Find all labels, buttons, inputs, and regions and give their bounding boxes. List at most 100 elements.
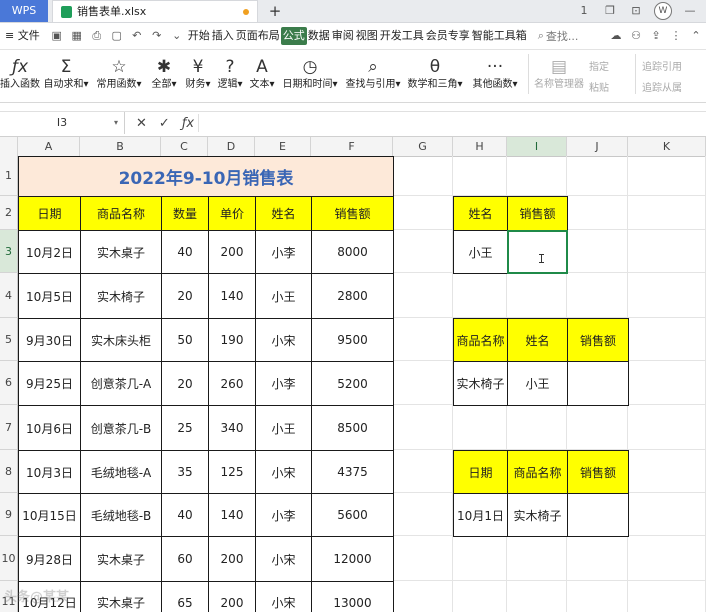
table-cell[interactable]: 毛绒地毯-B: [80, 493, 162, 537]
table-cell[interactable]: 8000: [311, 230, 394, 274]
menu-tab-page-layout[interactable]: 页面布局: [235, 27, 281, 45]
sheet-title-cell[interactable]: 2022年9-10月销售表: [18, 156, 394, 197]
table-cell[interactable]: 5200: [311, 361, 394, 406]
row-header-1[interactable]: 1: [0, 156, 18, 196]
paste-name-button[interactable]: 粘贴: [589, 79, 633, 94]
table-cell[interactable]: 实木椅子: [80, 273, 162, 319]
column-header-g[interactable]: G: [393, 137, 453, 156]
cancel-icon[interactable]: ✕: [136, 116, 147, 131]
row-header-7[interactable]: 7: [0, 405, 18, 450]
lookup2-value-cell[interactable]: 实木椅子: [453, 361, 508, 406]
table-cell[interactable]: 小王: [255, 273, 312, 319]
table-cell[interactable]: 13000: [311, 581, 394, 612]
row-header-10[interactable]: 10: [0, 536, 18, 581]
user-icon[interactable]: ⚇: [629, 29, 643, 43]
lookup1-header-cell[interactable]: 姓名: [453, 196, 508, 231]
lookup2-value-cell[interactable]: [567, 361, 629, 406]
financial-button[interactable]: ¥ 财务▾: [182, 50, 214, 96]
table-cell[interactable]: 小宋: [255, 450, 312, 494]
menu-tab-formulas[interactable]: 公式: [280, 27, 307, 45]
row-header-9[interactable]: 9: [0, 493, 18, 536]
common-functions-button[interactable]: ☆ 常用函数▾: [92, 50, 146, 96]
table-cell[interactable]: 10月15日: [18, 493, 81, 537]
table-cell[interactable]: 340: [208, 405, 256, 451]
account-logo-icon[interactable]: W: [654, 2, 672, 20]
column-header-h[interactable]: H: [453, 137, 507, 156]
table-cell[interactable]: 10月5日: [18, 273, 81, 319]
table-cell[interactable]: 12000: [311, 536, 394, 582]
date-time-button[interactable]: ◷ 日期和时间▾: [278, 50, 342, 96]
export-icon[interactable]: ▦: [70, 29, 84, 43]
table-cell[interactable]: 小李: [255, 230, 312, 274]
fullscreen-icon[interactable]: ⊡: [628, 4, 644, 18]
save-icon[interactable]: ▣: [50, 29, 64, 43]
table-cell[interactable]: 200: [208, 230, 256, 274]
column-header-b[interactable]: B: [80, 137, 161, 156]
name-manager-button[interactable]: ▤ 名称管理器: [533, 50, 585, 96]
table-cell[interactable]: 小宋: [255, 536, 312, 582]
lookup2-header-cell[interactable]: 姓名: [507, 318, 568, 362]
table-cell[interactable]: 毛绒地毯-A: [80, 450, 162, 494]
row-header-6[interactable]: 6: [0, 361, 18, 405]
lookup3-header-cell[interactable]: 日期: [453, 450, 508, 494]
table-cell[interactable]: 50: [161, 318, 209, 362]
table-cell[interactable]: 140: [208, 273, 256, 319]
lookup1-header-cell[interactable]: 销售额: [507, 196, 568, 231]
minimize-button[interactable]: —: [682, 4, 698, 18]
column-header-c[interactable]: C: [161, 137, 208, 156]
row-header-4[interactable]: 4: [0, 273, 18, 318]
row-header-5[interactable]: 5: [0, 318, 18, 361]
header-cell-name[interactable]: 姓名: [255, 196, 312, 231]
math-trig-button[interactable]: θ 数学和三角▾: [404, 50, 466, 96]
table-cell[interactable]: 20: [161, 361, 209, 406]
column-header-e[interactable]: E: [255, 137, 311, 156]
table-cell[interactable]: 实木桌子: [80, 581, 162, 612]
column-header-d[interactable]: D: [208, 137, 255, 156]
table-cell[interactable]: 200: [208, 536, 256, 582]
collapse-ribbon-icon[interactable]: ⌃: [689, 29, 703, 43]
table-cell[interactable]: 小李: [255, 361, 312, 406]
table-cell[interactable]: 10月3日: [18, 450, 81, 494]
menu-tab-insert[interactable]: 插入: [211, 27, 235, 45]
table-cell[interactable]: 创意茶几-A: [80, 361, 162, 406]
redo-icon[interactable]: ↷: [150, 29, 164, 43]
row-header-2[interactable]: 2: [0, 196, 18, 230]
more-functions-button[interactable]: ··· 其他函数▾: [466, 50, 524, 96]
table-cell[interactable]: 实木桌子: [80, 230, 162, 274]
table-cell[interactable]: 10月6日: [18, 405, 81, 451]
cloud-icon[interactable]: ☁: [609, 29, 623, 43]
document-tab[interactable]: 销售表单.xlsx: [52, 0, 258, 22]
lookup-reference-button[interactable]: ⌕ 查找与引用▾: [342, 50, 404, 96]
more-icon[interactable]: ⋮: [669, 29, 683, 43]
formula-input[interactable]: [198, 114, 705, 132]
header-cell-quantity[interactable]: 数量: [161, 196, 209, 231]
table-cell[interactable]: 5600: [311, 493, 394, 537]
column-header-f[interactable]: F: [311, 137, 393, 156]
name-box[interactable]: I3: [0, 112, 125, 134]
table-cell[interactable]: 260: [208, 361, 256, 406]
header-cell-sales[interactable]: 销售额: [311, 196, 394, 231]
table-cell[interactable]: 200: [208, 581, 256, 612]
preview-icon[interactable]: ▢: [110, 29, 124, 43]
column-header-a[interactable]: A: [18, 137, 80, 156]
confirm-icon[interactable]: ✓: [159, 116, 170, 131]
menu-tab-home[interactable]: 开始: [187, 27, 211, 45]
file-menu[interactable]: ≡ 文件: [4, 27, 41, 45]
chevron-down-icon[interactable]: ▾: [114, 112, 118, 134]
table-cell[interactable]: 60: [161, 536, 209, 582]
table-cell[interactable]: 实木床头柜: [80, 318, 162, 362]
trace-precedents-button[interactable]: 追踪引用: [642, 58, 692, 73]
table-cell[interactable]: 创意茶几-B: [80, 405, 162, 451]
search-box[interactable]: ⌕ 查找...: [538, 28, 579, 44]
autosum-button[interactable]: Σ 自动求和▾: [40, 50, 92, 96]
undo-icon[interactable]: ↶: [130, 29, 144, 43]
layout-icon[interactable]: 1: [576, 4, 592, 18]
share-icon[interactable]: ⇪: [649, 29, 663, 43]
table-cell[interactable]: 35: [161, 450, 209, 494]
function-icon[interactable]: ƒx: [182, 116, 194, 131]
lookup3-header-cell[interactable]: 销售额: [567, 450, 629, 494]
table-cell[interactable]: 190: [208, 318, 256, 362]
table-cell[interactable]: 小宋: [255, 318, 312, 362]
table-cell[interactable]: 小王: [255, 405, 312, 451]
table-cell[interactable]: 9500: [311, 318, 394, 362]
